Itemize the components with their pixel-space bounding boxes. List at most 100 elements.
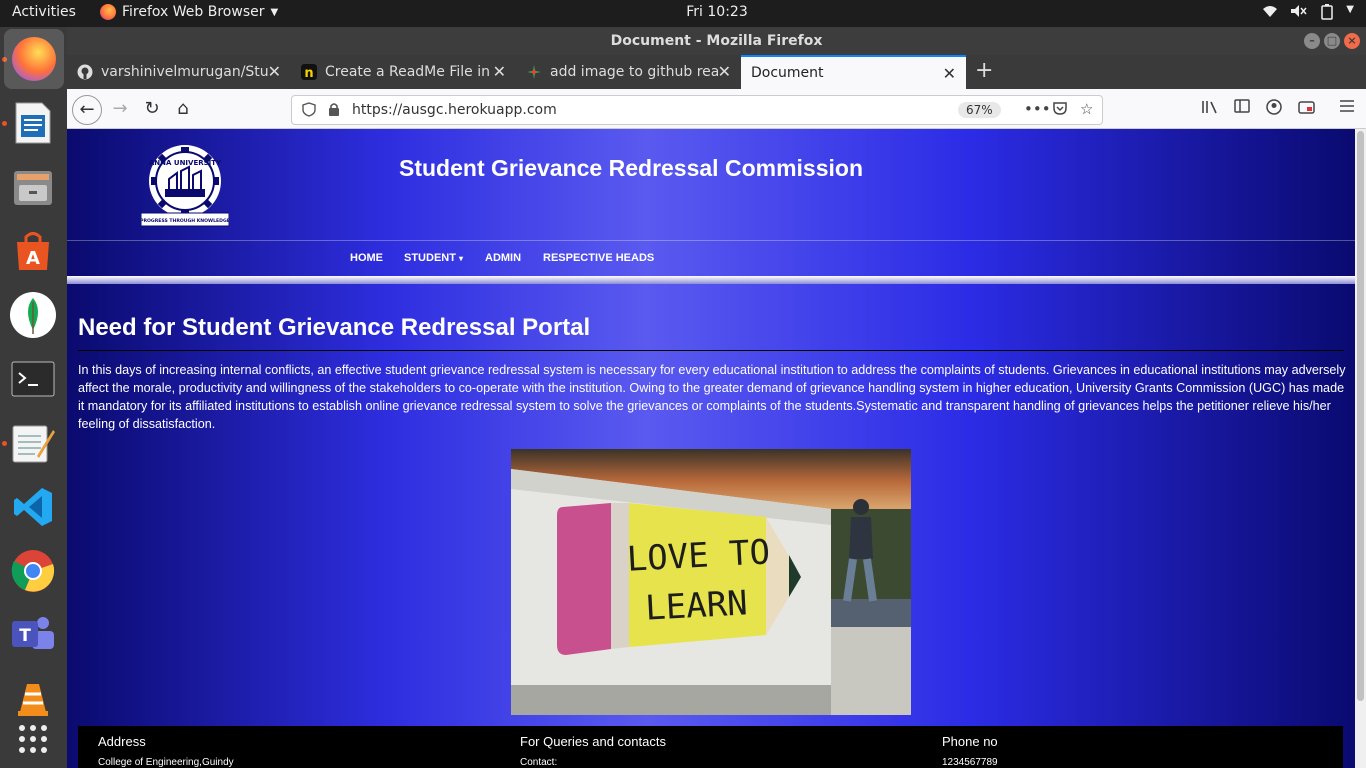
writer-launcher[interactable]	[9, 99, 57, 147]
software-launcher[interactable]: A	[9, 227, 57, 275]
running-indicator	[2, 441, 7, 446]
firefox-launcher[interactable]	[4, 29, 64, 89]
tab-label: add image to github read	[550, 64, 718, 80]
svg-text:T: T	[19, 626, 31, 646]
caret-down-icon: ▾	[459, 254, 464, 263]
shopping-bag-icon: A	[17, 232, 49, 270]
wifi-icon	[1262, 4, 1278, 24]
google-icon	[527, 65, 541, 79]
tracking-shield-icon[interactable]	[302, 102, 316, 121]
tab-google-search[interactable]: add image to github read ✕	[516, 55, 741, 89]
running-indicator	[2, 121, 7, 126]
tab-strip: varshinivelmurugan/Stud ✕ n Create a Rea…	[67, 55, 1366, 89]
n-logo-icon: n	[301, 64, 317, 80]
sidebar-icon[interactable]	[1234, 99, 1250, 117]
chevron-down-icon: ▼	[1346, 4, 1354, 15]
anna-university-logo[interactable]: ANNA UNIVERSITY PROGRESS THROUGH KNOWLED…	[140, 143, 230, 227]
scrollbar-thumb[interactable]	[1357, 131, 1364, 701]
window-title: Document - Mozilla Firefox	[610, 33, 823, 49]
tab-label: Document	[751, 65, 824, 81]
minimize-button[interactable]: –	[1304, 33, 1320, 49]
chrome-icon	[11, 550, 55, 592]
github-icon	[77, 64, 93, 80]
teams-launcher[interactable]: T	[9, 611, 57, 659]
close-tab-icon[interactable]: ✕	[943, 57, 956, 89]
footer-address-heading: Address	[98, 734, 146, 749]
section-heading: Need for Student Grievance Redressal Por…	[78, 314, 591, 341]
mongodb-compass-launcher[interactable]	[9, 291, 57, 339]
terminal-icon	[11, 361, 55, 397]
url-text[interactable]: https://ausgc.herokuapp.com	[352, 102, 557, 118]
logo-lettering: ANNA UNIVERSITY	[149, 159, 222, 167]
zoom-indicator[interactable]: 67%	[958, 102, 1001, 118]
nav-student-label: STUDENT	[404, 252, 456, 264]
sign-line-2: LEARN	[644, 583, 748, 628]
page-scrollbar[interactable]	[1355, 129, 1366, 768]
file-cabinet-icon	[14, 171, 52, 205]
nav-admin-link[interactable]: ADMIN	[485, 252, 521, 264]
text-editor-launcher[interactable]	[9, 419, 57, 467]
footer-queries-heading: For Queries and contacts	[520, 734, 666, 749]
footer-phone-value: 1234567789	[942, 757, 998, 768]
bookmark-star-icon[interactable]: ☆	[1080, 100, 1093, 118]
screenshot-extension-icon[interactable]	[1298, 99, 1315, 119]
vlc-cone-icon	[18, 684, 48, 716]
pocket-icon[interactable]	[1052, 100, 1068, 120]
library-icon[interactable]	[1201, 99, 1218, 119]
footer-phone: Phone no 1234567789	[942, 734, 998, 768]
battery-icon	[1320, 4, 1334, 24]
browser-window: Document - Mozilla Firefox – □ × varshin…	[67, 27, 1366, 768]
app-grid-icon	[19, 725, 47, 753]
system-tray[interactable]: ▼	[1262, 4, 1354, 24]
footer-address: Address College of Engineering,Guindy	[98, 734, 234, 768]
tab-document[interactable]: Document ✕	[741, 55, 966, 89]
home-button[interactable]: ⌂	[169, 96, 197, 124]
clock[interactable]: Fri 10:23	[0, 4, 1366, 20]
vscode-launcher[interactable]	[9, 483, 57, 531]
nav-home-link[interactable]: HOME	[350, 252, 383, 264]
intro-paragraph: In this days of increasing internal conf…	[78, 363, 1346, 431]
page-actions-icon[interactable]: •••	[1024, 100, 1051, 118]
site-navigation: HOME STUDENT ▾ ADMIN RESPECTIVE HEADS	[67, 242, 1355, 278]
svg-text:n: n	[304, 66, 313, 80]
chrome-launcher[interactable]	[9, 547, 57, 595]
lock-icon[interactable]	[328, 102, 340, 121]
dock: A T	[0, 27, 67, 768]
footer-address-value: College of Engineering,Guindy	[98, 757, 234, 768]
new-tab-button[interactable]: +	[975, 55, 993, 87]
close-window-button[interactable]: ×	[1344, 33, 1360, 49]
nav-student-dropdown[interactable]: STUDENT ▾	[404, 252, 463, 264]
heading-rule	[78, 350, 1344, 351]
close-tab-icon[interactable]: ✕	[268, 55, 281, 89]
show-applications-button[interactable]	[9, 715, 57, 763]
tab-github[interactable]: varshinivelmurugan/Stud ✕	[67, 55, 291, 89]
window-titlebar[interactable]: Document - Mozilla Firefox – □ ×	[67, 27, 1366, 55]
close-tab-icon[interactable]: ✕	[718, 55, 731, 89]
back-button[interactable]: ←	[72, 95, 102, 125]
notepad-pencil-icon	[12, 425, 55, 463]
forward-button[interactable]: →	[106, 96, 134, 124]
footer-queries-value: Contact:	[520, 757, 558, 768]
page-viewport: ANNA UNIVERSITY PROGRESS THROUGH KNOWLED…	[67, 129, 1355, 768]
footer-phone-heading: Phone no	[942, 734, 998, 749]
close-tab-icon[interactable]: ✕	[493, 55, 506, 89]
address-bar[interactable]: https://ausgc.herokuapp.com 67% ••• ☆	[291, 95, 1103, 125]
site-header: ANNA UNIVERSITY PROGRESS THROUGH KNOWLED…	[67, 129, 1355, 241]
love-to-learn-image: LOVE TO LEARN	[511, 449, 911, 715]
teams-icon: T	[12, 617, 54, 649]
svg-text:A: A	[26, 248, 40, 269]
account-icon[interactable]	[1266, 99, 1282, 119]
terminal-launcher[interactable]	[9, 355, 57, 403]
nav-respective-heads-link[interactable]: RESPECTIVE HEADS	[543, 252, 654, 264]
tab-readme[interactable]: n Create a ReadMe File in G ✕	[291, 55, 516, 89]
files-launcher[interactable]	[9, 163, 57, 211]
hamburger-menu-icon[interactable]	[1339, 99, 1355, 117]
vscode-icon	[14, 488, 52, 526]
site-footer: Address College of Engineering,Guindy Fo…	[78, 726, 1343, 768]
site-title: Student Grievance Redressal Commission	[399, 155, 863, 181]
system-top-bar: Activities Firefox Web Browser ▼ Fri 10:…	[0, 0, 1366, 27]
maximize-button[interactable]: □	[1324, 33, 1340, 49]
reload-button[interactable]: ↻	[138, 96, 166, 124]
sign-line-1: LOVE TO	[626, 532, 771, 579]
mongodb-leaf-icon	[10, 292, 56, 338]
